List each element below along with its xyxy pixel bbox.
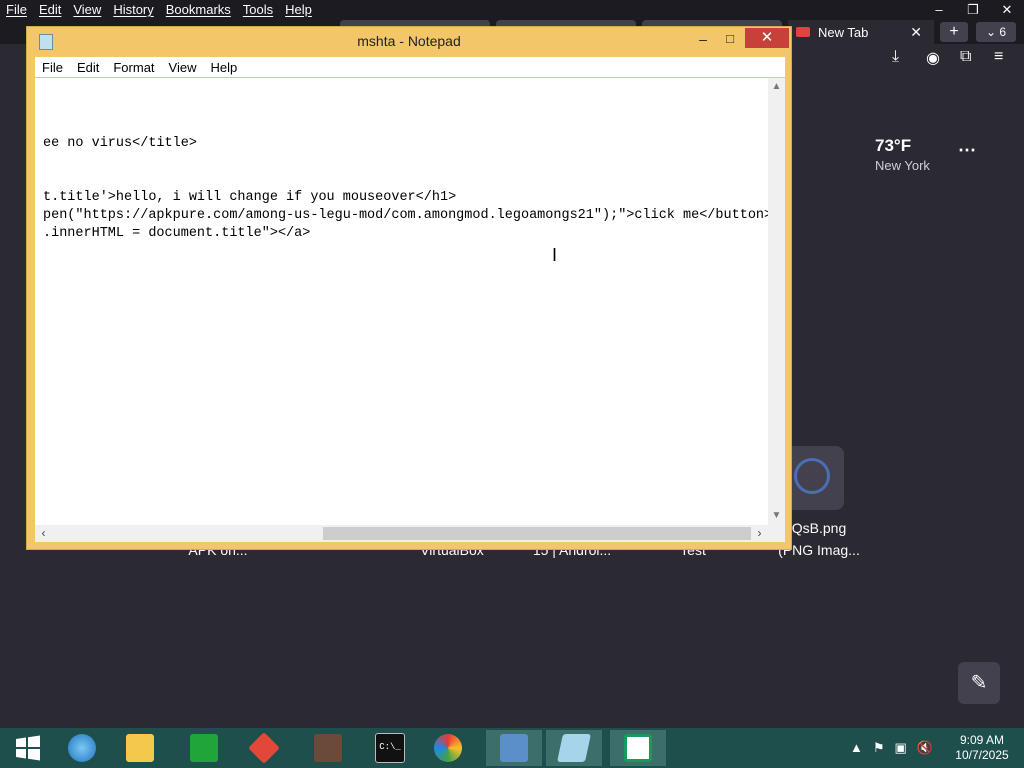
notepad-window: mshta - Notepad – □ ✕ File Edit Format V… bbox=[26, 26, 792, 550]
scroll-down-icon[interactable]: ▼ bbox=[768, 510, 785, 521]
horizontal-scroll-thumb[interactable] bbox=[323, 527, 751, 540]
minimize-button[interactable]: – bbox=[693, 29, 713, 49]
weather-more-icon[interactable]: ⋯ bbox=[958, 140, 977, 161]
browser-menu-edit[interactable]: Edit bbox=[33, 0, 67, 20]
shortcut-tile[interactable] bbox=[786, 446, 844, 510]
browser-menubar: File Edit View History Bookmarks Tools H… bbox=[0, 0, 1024, 20]
taskbar-image-app[interactable] bbox=[300, 730, 356, 766]
notepad-icon bbox=[557, 734, 591, 762]
system-tray: ▲ ⚑ ▣ 🔇 bbox=[850, 740, 933, 756]
notepad-titlebar[interactable]: mshta - Notepad – □ ✕ bbox=[27, 27, 791, 55]
scroll-right-icon[interactable]: › bbox=[751, 525, 768, 542]
weather-temperature: 73°F bbox=[875, 136, 912, 155]
tab-list-button[interactable]: ⌄ 6 bbox=[976, 22, 1016, 42]
show-hidden-icons-icon[interactable]: ▲ bbox=[850, 740, 863, 756]
taskbar-remote-desktop[interactable] bbox=[486, 730, 542, 766]
tab-title: New Tab bbox=[818, 24, 869, 40]
weather-city: New York bbox=[875, 158, 930, 173]
scroll-up-icon[interactable]: ▲ bbox=[768, 81, 785, 92]
resize-grip[interactable] bbox=[768, 525, 785, 542]
action-center-flag-icon[interactable]: ⚑ bbox=[873, 740, 885, 756]
taskbar-notepad[interactable] bbox=[546, 730, 602, 766]
menu-file[interactable]: File bbox=[35, 57, 70, 77]
text-cursor-icon: I bbox=[552, 246, 557, 264]
horizontal-scrollbar[interactable]: ‹ › bbox=[35, 525, 768, 542]
new-tab-button[interactable]: + bbox=[940, 22, 968, 42]
menu-view[interactable]: View bbox=[162, 57, 204, 77]
browser-menu-history[interactable]: History bbox=[107, 0, 159, 20]
menu-format[interactable]: Format bbox=[106, 57, 161, 77]
taskbar-clock[interactable]: 9:09 AM 10/7/2025 bbox=[950, 733, 1014, 763]
tab-new-tab[interactable]: New Tab ✕ bbox=[788, 20, 934, 44]
browser-menu-file[interactable]: File bbox=[0, 0, 33, 20]
text-line: .innerHTML = document.title"></a> bbox=[43, 226, 311, 241]
text-editor[interactable]: ee no virus</title> t.title'>hello, i wi… bbox=[35, 78, 768, 525]
vertical-scrollbar[interactable]: ▲ ▼ bbox=[768, 78, 785, 525]
menu-edit[interactable]: Edit bbox=[70, 57, 106, 77]
browser-menu-bookmarks[interactable]: Bookmarks bbox=[160, 0, 237, 20]
taskbar-command-prompt[interactable]: C:\_ bbox=[362, 730, 418, 766]
volume-muted-icon[interactable]: 🔇 bbox=[917, 740, 933, 756]
tab-close-icon[interactable]: ✕ bbox=[910, 24, 922, 41]
tab-favicon-icon bbox=[796, 27, 810, 37]
scroll-left-icon[interactable]: ‹ bbox=[35, 525, 52, 542]
maximize-button[interactable]: □ bbox=[720, 29, 740, 49]
account-icon[interactable]: ◉ bbox=[926, 48, 940, 68]
command-prompt-icon: C:\_ bbox=[375, 733, 405, 763]
remote-desktop-icon bbox=[500, 734, 528, 762]
downloads-icon[interactable]: ⤓ bbox=[892, 48, 899, 66]
taskbar-home-app[interactable] bbox=[610, 730, 666, 766]
taskbar-file-explorer[interactable] bbox=[112, 730, 168, 766]
start-button[interactable] bbox=[0, 730, 56, 766]
extensions-icon[interactable]: ⧉ bbox=[960, 48, 971, 66]
browser-restore-button[interactable]: ❐ bbox=[956, 0, 990, 20]
internet-explorer-icon bbox=[68, 734, 96, 762]
taskbar-internet-explorer[interactable] bbox=[54, 730, 110, 766]
notepad-menubar: File Edit Format View Help bbox=[35, 57, 785, 77]
network-icon[interactable]: ▣ bbox=[895, 740, 907, 756]
taskbar-virtualbox[interactable] bbox=[236, 730, 292, 766]
taskbar-store[interactable] bbox=[176, 730, 232, 766]
home-icon bbox=[624, 734, 652, 762]
paint-icon bbox=[434, 734, 462, 762]
close-button[interactable]: ✕ bbox=[745, 28, 789, 48]
store-icon bbox=[190, 734, 218, 762]
menu-icon[interactable]: ≡ bbox=[994, 48, 1003, 66]
photo-icon bbox=[314, 734, 342, 762]
folder-icon bbox=[126, 734, 154, 762]
taskbar-paint[interactable] bbox=[420, 730, 476, 766]
virtualbox-icon bbox=[248, 732, 280, 764]
clock-time: 9:09 AM bbox=[959, 733, 1005, 747]
text-line: t.title'>hello, i will change if you mou… bbox=[43, 190, 457, 205]
edit-pencil-icon[interactable]: ✎ bbox=[958, 662, 1000, 704]
shortcut-favicon-icon bbox=[794, 458, 830, 494]
browser-menu-help[interactable]: Help bbox=[279, 0, 318, 20]
browser-menu-view[interactable]: View bbox=[67, 0, 107, 20]
clock-date: 10/7/2025 bbox=[955, 748, 1009, 762]
browser-menu-tools[interactable]: Tools bbox=[237, 0, 279, 20]
window-title: mshta - Notepad bbox=[357, 33, 461, 49]
weather-widget[interactable]: 73°F New York bbox=[875, 136, 930, 173]
text-line: ee no virus</title> bbox=[43, 136, 197, 151]
browser-minimize-button[interactable]: – bbox=[922, 0, 956, 20]
windows-logo-icon bbox=[16, 735, 40, 761]
menu-help[interactable]: Help bbox=[203, 57, 244, 77]
browser-close-button[interactable]: ✕ bbox=[990, 0, 1024, 20]
text-line: pen("https://apkpure.com/among-us-legu-m… bbox=[43, 208, 768, 223]
